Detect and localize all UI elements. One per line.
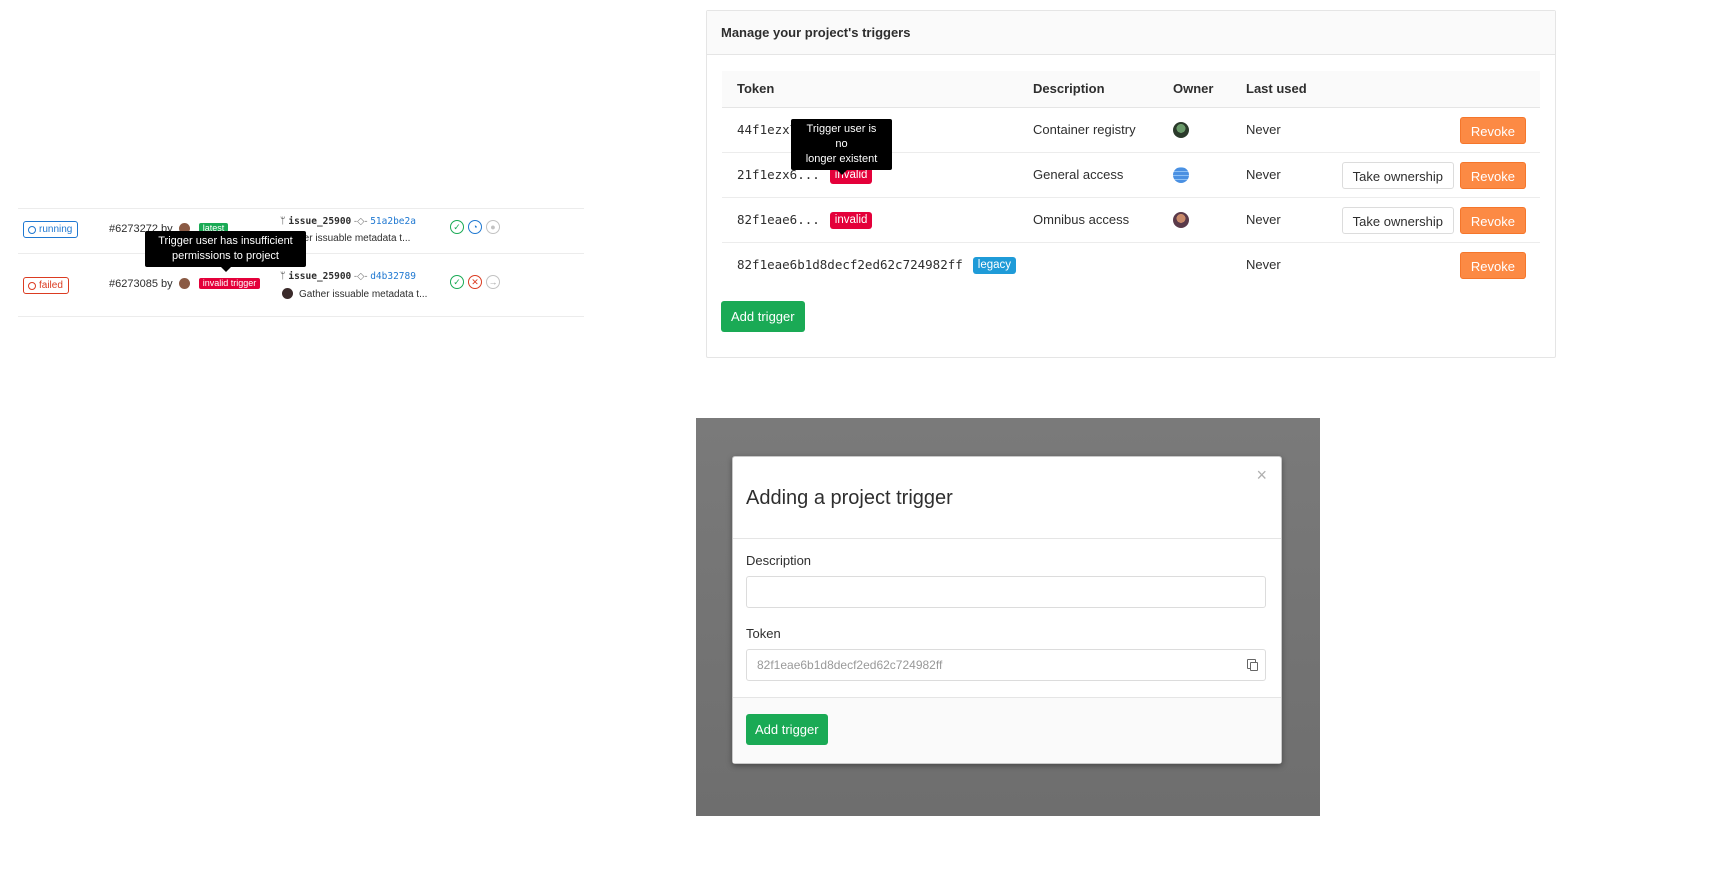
token-input[interactable]: [747, 650, 1237, 680]
user-no-longer-existent-tooltip: Trigger user is no longer existent: [791, 119, 892, 175]
divider: [18, 316, 584, 317]
commit-message: Gather issuable metadata t...: [282, 288, 427, 300]
avatar[interactable]: [282, 288, 293, 299]
pipeline-stages: ✓ ✕ →: [450, 275, 500, 289]
description-label: Description: [746, 553, 812, 568]
modal-title: Adding a project trigger: [746, 487, 953, 509]
add-trigger-button[interactable]: Add trigger: [746, 714, 828, 745]
commit-ref: ᛘ issue_25900 -◇- d4b32789: [280, 271, 416, 282]
owner-cell: [1173, 198, 1189, 242]
pipeline-row: failed #6273085 by invalid trigger ᛘ iss…: [18, 264, 584, 316]
description-cell: Container registry: [1033, 122, 1136, 137]
invalid-trigger-tag[interactable]: invalid trigger: [198, 278, 261, 289]
status-badge[interactable]: running: [23, 221, 79, 238]
commit-icon: -◇-: [353, 216, 368, 227]
branch-link[interactable]: issue_25900: [288, 216, 351, 227]
token-field[interactable]: [746, 649, 1266, 681]
take-ownership-button[interactable]: Take ownership: [1341, 207, 1454, 234]
token-value: 82f1eae6...: [737, 212, 820, 227]
stage-success-icon[interactable]: ✓: [450, 275, 464, 289]
token-value: 82f1eae6b1d8decf2ed62c724982ff: [737, 257, 963, 272]
description-field[interactable]: [746, 576, 1266, 608]
revoke-button[interactable]: Revoke: [1459, 162, 1526, 189]
column-token: Token: [737, 81, 775, 96]
token-label: Token: [746, 626, 781, 641]
commit-ref: ᛘ issue_25900 -◇- 51a2be2a: [280, 216, 416, 227]
commit-sha-link[interactable]: 51a2be2a: [370, 216, 416, 227]
revoke-button[interactable]: Revoke: [1459, 207, 1526, 234]
table-header: Token Description Owner Last used: [722, 71, 1540, 108]
triggers-table: Token Description Owner Last used 44f1ez…: [722, 71, 1540, 287]
modal-backdrop[interactable]: × Adding a project trigger Description T…: [696, 418, 1320, 816]
last-used-cell: Never: [1246, 122, 1281, 137]
stage-skipped-icon[interactable]: →: [486, 275, 500, 289]
branch-icon: ᛘ: [280, 271, 286, 282]
close-icon[interactable]: ×: [1256, 465, 1267, 486]
legacy-label: legacy: [972, 257, 1017, 274]
divider: [733, 538, 1281, 539]
table-row: 82f1eae6b1d8decf2ed62c724982ff legacy Nev…: [722, 243, 1540, 287]
stage-running-icon[interactable]: ◔: [468, 220, 482, 234]
table-row: 82f1eae6... invalid Omnibus access Never …: [722, 198, 1540, 243]
pipelines-list: running #6273272 by latest ᛘ issue_25900…: [18, 208, 584, 318]
invalid-label[interactable]: invalid: [829, 212, 873, 229]
column-last-used: Last used: [1246, 81, 1307, 96]
last-used-cell: Never: [1246, 257, 1281, 272]
commit-sha-link[interactable]: d4b32789: [370, 271, 416, 282]
commit-message-link[interactable]: Gather issuable metadata t...: [299, 289, 427, 300]
pipeline-stages: ✓ ◔ ●: [450, 220, 500, 234]
branch-link[interactable]: issue_25900: [288, 271, 351, 282]
status-label: failed: [39, 280, 63, 291]
avatar[interactable]: [178, 278, 190, 289]
panel-title: Manage your project's triggers: [707, 11, 1555, 55]
avatar[interactable]: [1173, 122, 1189, 138]
take-ownership-button[interactable]: Take ownership: [1341, 162, 1454, 189]
add-trigger-button[interactable]: Add trigger: [721, 301, 805, 332]
by-label: by: [161, 278, 173, 290]
avatar[interactable]: [1173, 212, 1189, 228]
commit-icon: -◇-: [353, 271, 368, 282]
status-label: running: [39, 224, 73, 235]
modal-footer: Add trigger: [733, 697, 1281, 763]
stage-failed-icon[interactable]: ✕: [468, 275, 482, 289]
revoke-button[interactable]: Revoke: [1459, 252, 1526, 279]
stage-pending-icon[interactable]: ●: [486, 220, 500, 234]
avatar[interactable]: [1173, 167, 1189, 183]
token-cell: 82f1eae6b1d8decf2ed62c724982ff legacy: [737, 243, 1017, 287]
last-used-cell: Never: [1246, 167, 1281, 182]
last-used-cell: Never: [1246, 212, 1281, 227]
triggers-panel: Manage your project's triggers Token Des…: [706, 10, 1556, 358]
description-cell: General access: [1033, 167, 1124, 182]
owner-cell: [1173, 153, 1189, 197]
running-icon: [28, 225, 36, 234]
revoke-button[interactable]: Revoke: [1459, 117, 1526, 144]
owner-cell: [1173, 108, 1189, 152]
insufficient-permissions-tooltip: Trigger user has insufficient permission…: [145, 231, 306, 272]
pipeline-id-cell: #6273085 by invalid trigger: [109, 278, 261, 290]
token-cell: 82f1eae6... invalid: [737, 198, 873, 242]
description-cell: Omnibus access: [1033, 212, 1130, 227]
stage-success-icon[interactable]: ✓: [450, 220, 464, 234]
column-owner: Owner: [1173, 81, 1214, 96]
copy-icon[interactable]: [1247, 659, 1258, 671]
failed-icon: [28, 281, 36, 290]
add-trigger-modal: × Adding a project trigger Description T…: [732, 456, 1282, 764]
branch-icon: ᛘ: [280, 216, 286, 227]
pipeline-id-link[interactable]: #6273085: [109, 278, 158, 290]
status-badge[interactable]: failed: [23, 277, 69, 294]
column-description: Description: [1033, 81, 1105, 96]
description-input[interactable]: [747, 577, 1237, 607]
